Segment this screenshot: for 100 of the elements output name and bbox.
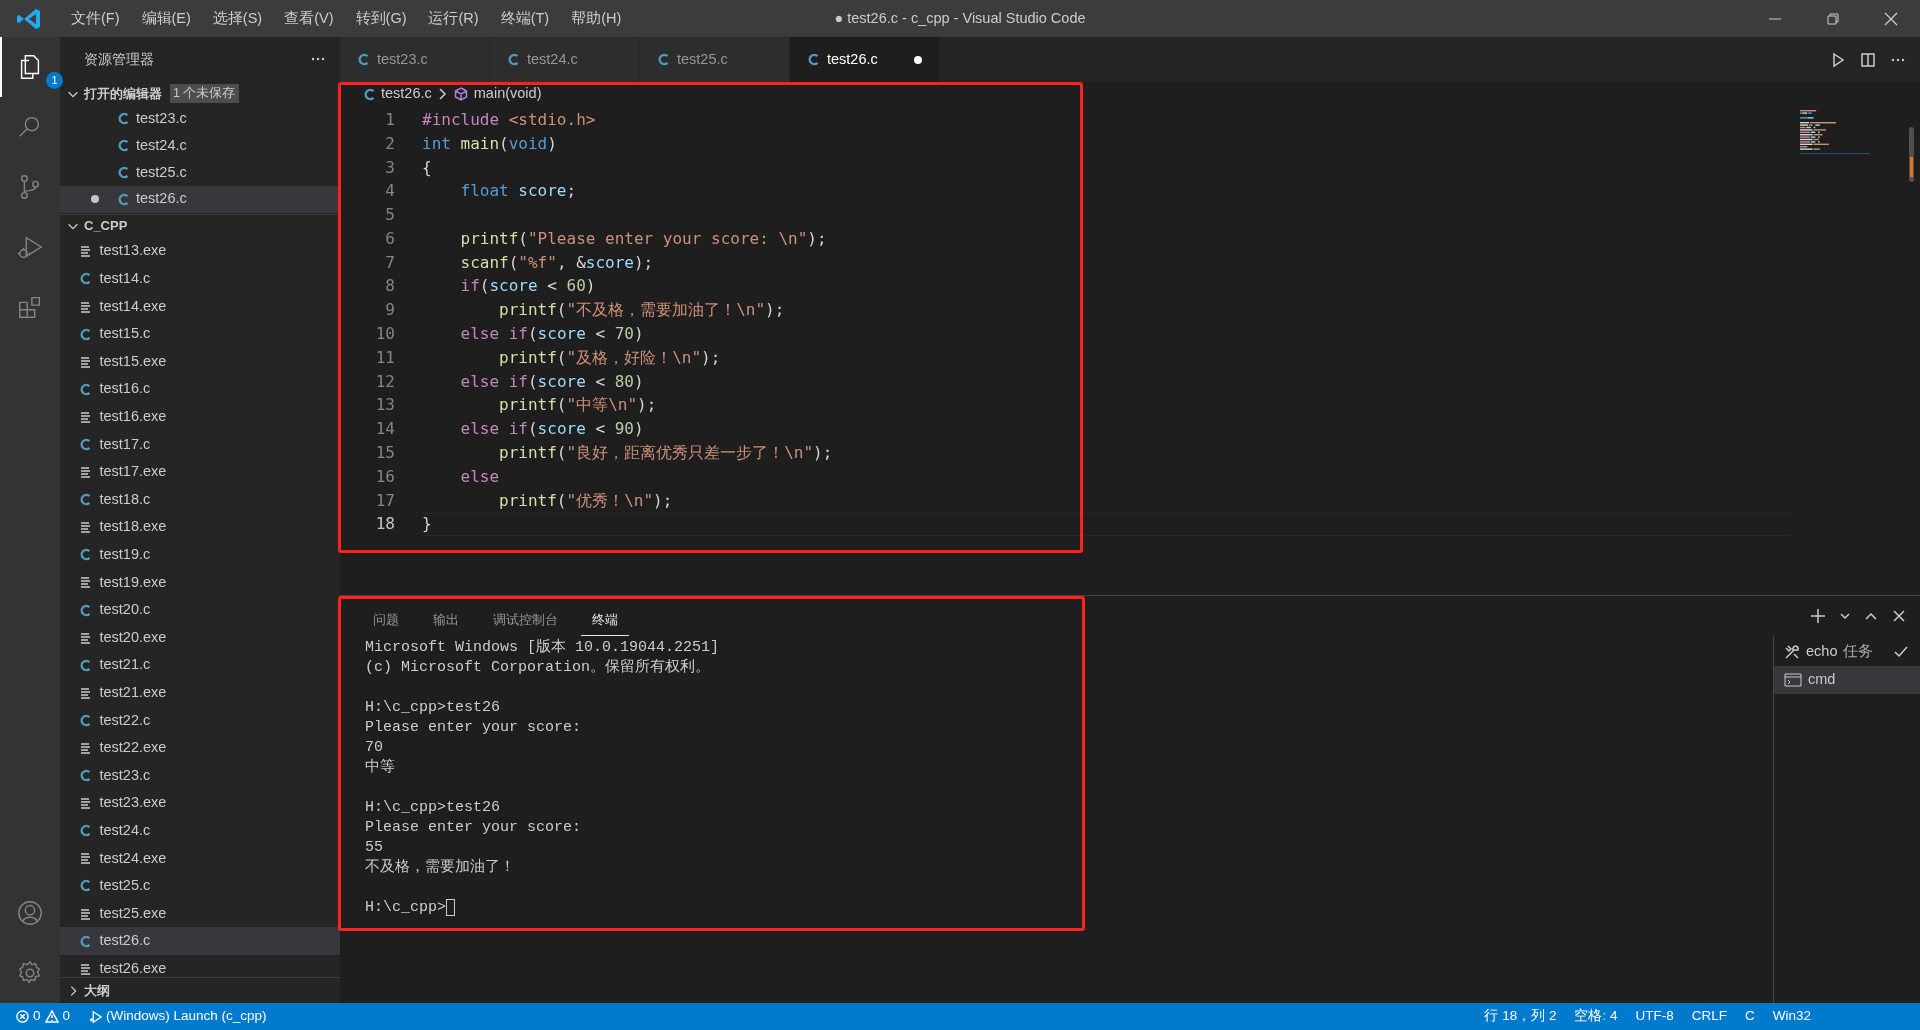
line-number: 18 xyxy=(374,513,395,536)
open-editor-item[interactable]: test24.c xyxy=(60,132,340,160)
file-item[interactable]: test16.c xyxy=(60,375,340,404)
debug-icon xyxy=(88,1009,103,1024)
file-item[interactable]: test18.c xyxy=(60,485,340,514)
file-item[interactable]: test20.c xyxy=(60,596,340,624)
breadcrumb-item[interactable]: test26.c xyxy=(381,83,432,105)
status-item[interactable]: UTF-8 xyxy=(1626,1006,1683,1027)
file-item[interactable]: test26.exe xyxy=(60,954,340,978)
panel-tab[interactable]: 输出 xyxy=(422,609,470,636)
section-header[interactable]: C_CPP xyxy=(84,216,128,236)
unsaved-dot-icon xyxy=(90,194,100,205)
code-line: else if(score < 80) xyxy=(459,370,644,393)
file-item[interactable]: test23.c xyxy=(60,761,340,790)
menu-item[interactable]: 终端(T) xyxy=(489,7,561,30)
menu-item[interactable]: 帮助(H) xyxy=(560,7,633,30)
file-item[interactable]: test22.exe xyxy=(60,734,340,762)
terminal-instance[interactable]: echo 任务 xyxy=(1774,638,1920,666)
editor-tab[interactable]: test24.c xyxy=(490,37,640,82)
menu-item[interactable]: 编辑(E) xyxy=(130,7,202,30)
status-item[interactable]: C xyxy=(1736,1006,1764,1027)
line-number: 10 xyxy=(374,323,395,346)
file-item[interactable]: test14.exe xyxy=(60,292,340,321)
launch-status[interactable]: (Windows) Launch (c_cpp) xyxy=(79,1006,276,1027)
open-editor-item[interactable]: test25.c xyxy=(60,159,340,186)
file-item[interactable]: test15.c xyxy=(60,320,340,348)
file-item[interactable]: test14.c xyxy=(60,265,340,293)
scrollbar-thumb[interactable] xyxy=(1909,127,1914,182)
terminal-line: H:\c_cpp>test26 xyxy=(365,799,501,816)
panel-tab[interactable]: 问题 xyxy=(362,609,410,636)
terminal-window-icon xyxy=(1784,672,1802,688)
file-item[interactable]: test21.exe xyxy=(60,679,340,707)
menu-item[interactable]: 转到(G) xyxy=(344,7,418,30)
open-editor-item[interactable]: test23.c xyxy=(60,105,340,133)
line-number: 9 xyxy=(384,299,395,322)
c-file-icon xyxy=(118,139,129,153)
close-icon[interactable] xyxy=(1883,10,1899,27)
problems-status[interactable]: 0 0 xyxy=(7,1006,80,1027)
c-file-icon xyxy=(79,879,91,893)
file-item[interactable]: test16.exe xyxy=(60,403,340,431)
error-icon xyxy=(16,1010,29,1023)
menu-item[interactable]: 查看(V) xyxy=(273,7,345,30)
file-item[interactable]: test24.exe xyxy=(60,844,340,873)
menu-item[interactable]: 文件(F) xyxy=(60,7,131,30)
split-editor-icon[interactable] xyxy=(1860,51,1876,68)
open-editor-item[interactable]: test26.c xyxy=(60,185,340,213)
editor-tab[interactable]: test26.c xyxy=(790,37,940,82)
restore-icon[interactable] xyxy=(1825,10,1841,27)
file-item[interactable]: test23.exe xyxy=(60,789,340,817)
c-file-icon xyxy=(79,603,91,617)
file-item[interactable]: test26.c xyxy=(60,927,340,955)
terminal-instance[interactable]: cmd xyxy=(1774,666,1920,694)
minimap-drawing[interactable] xyxy=(1800,108,1870,156)
line-number: 14 xyxy=(374,418,395,441)
file-item[interactable]: test21.c xyxy=(60,651,340,679)
chevron-down-icon[interactable] xyxy=(1840,611,1850,621)
menu-item[interactable]: 运行(R) xyxy=(417,7,490,30)
section-header[interactable]: 打开的编辑器 xyxy=(84,83,162,104)
terminal-line: 中等 xyxy=(365,759,395,776)
file-item[interactable]: test17.exe xyxy=(60,458,340,486)
line-number: 1 xyxy=(384,108,395,131)
file-item[interactable]: test24.c xyxy=(60,817,340,845)
terminal-line: 55 xyxy=(365,839,383,856)
status-item[interactable]: CRLF xyxy=(1682,1006,1736,1027)
terminal-line: Microsoft Windows [版本 10.0.19044.2251] xyxy=(365,639,720,656)
file-item[interactable]: test25.exe xyxy=(60,899,340,928)
file-item[interactable]: test22.c xyxy=(60,706,340,735)
file-item[interactable]: test19.exe xyxy=(60,568,340,597)
file-item[interactable]: test25.c xyxy=(60,872,340,900)
file-lines-icon xyxy=(79,300,91,313)
code-line: printf("优秀！\n"); xyxy=(498,489,673,512)
breadcrumb-item[interactable]: main(void) xyxy=(473,83,542,105)
panel-tab[interactable]: 终端 xyxy=(581,609,629,636)
account-icon[interactable] xyxy=(16,899,44,927)
file-lines-icon xyxy=(79,466,91,479)
plus-icon[interactable] xyxy=(1810,608,1826,624)
section-header[interactable]: 大纲 xyxy=(84,980,110,1001)
c-file-icon xyxy=(79,713,91,727)
c-file-icon xyxy=(79,824,91,838)
menu-item[interactable]: 选择(S) xyxy=(201,7,274,30)
panel-tab[interactable]: 调试控制台 xyxy=(482,609,569,636)
file-item[interactable]: test20.exe xyxy=(60,623,340,652)
run-icon[interactable] xyxy=(1830,51,1846,68)
status-item[interactable]: Win32 xyxy=(1763,1006,1820,1027)
code-line: else xyxy=(459,465,500,488)
count-badge: 1 xyxy=(46,72,63,89)
c-file-icon xyxy=(79,548,91,562)
editor-tab[interactable]: test23.c xyxy=(340,37,490,82)
file-item[interactable]: test13.exe xyxy=(60,237,340,266)
status-item[interactable]: 空格: 4 xyxy=(1565,1006,1627,1027)
c-file-icon xyxy=(79,272,91,286)
status-item[interactable]: 行 18，列 2 xyxy=(1475,1006,1566,1027)
close-icon[interactable] xyxy=(1892,609,1906,623)
file-item[interactable]: test18.exe xyxy=(60,513,340,542)
editor-tab[interactable]: test25.c xyxy=(640,37,790,82)
file-lines-icon xyxy=(79,521,91,534)
file-item[interactable]: test17.c xyxy=(60,430,340,459)
c-file-icon xyxy=(118,166,129,179)
file-item[interactable]: test15.exe xyxy=(60,347,340,376)
file-item[interactable]: test19.c xyxy=(60,541,340,569)
